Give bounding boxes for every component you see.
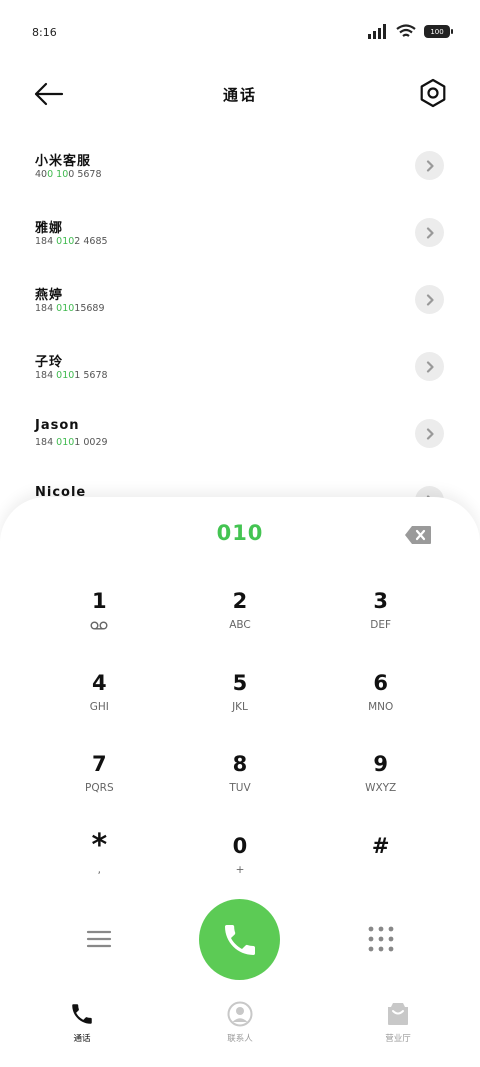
key-letters: DEF <box>370 619 392 631</box>
backspace-button[interactable] <box>404 525 432 545</box>
key-5[interactable]: 5 JKL <box>170 664 311 746</box>
key-digit: 4 <box>92 670 107 695</box>
key-letters: GHI <box>89 700 109 713</box>
key-digit: # <box>371 833 390 858</box>
contact-list: 小米客服 400 100 5678 雅娜 184 0102 4685 燕婷 18… <box>0 140 480 542</box>
key-letters: PQRS <box>85 782 114 794</box>
key-letters: WXYZ <box>365 782 397 794</box>
chevron-right-icon <box>426 360 434 373</box>
key-letters: + <box>235 863 245 876</box>
contact-detail-button[interactable] <box>415 285 444 314</box>
contact-person-icon <box>227 1001 253 1027</box>
voicemail-icon <box>90 621 108 630</box>
contact-number: 184 0101 0029 <box>35 437 108 448</box>
key-digit: * <box>91 827 108 863</box>
key-digit: 1 <box>92 589 107 613</box>
key-digit: 9 <box>373 752 388 776</box>
key-letters: JKL <box>232 700 248 713</box>
nav-label: 营业厅 <box>385 1034 411 1044</box>
key-digit: 8 <box>232 752 248 776</box>
key-letters <box>90 618 108 632</box>
chevron-right-icon <box>426 427 434 440</box>
contact-row[interactable]: 小米客服 400 100 5678 <box>0 140 480 207</box>
key-digit: 2 <box>232 589 248 613</box>
key-digit: 6 <box>373 670 388 695</box>
contact-number: 184 0101 5678 <box>35 370 108 381</box>
contact-name: 子玲 <box>35 355 64 370</box>
contact-row[interactable]: 子玲 184 0101 5678 <box>0 341 480 408</box>
page-title: 通话 <box>222 86 257 104</box>
nav-tab-store[interactable]: 营业厅 <box>348 1001 448 1044</box>
chevron-right-icon <box>426 293 434 306</box>
key-digit: 3 <box>373 589 388 613</box>
key-2[interactable]: 2 ABC <box>170 582 311 664</box>
status-bar: 8:16 100 <box>0 0 480 66</box>
key-3[interactable]: 3 DEF <box>310 582 451 664</box>
nav-label: 联系人 <box>227 1034 253 1044</box>
key-6[interactable]: 6 MNO <box>310 664 451 746</box>
signal-icon <box>368 24 386 39</box>
key-digit: 0 <box>232 833 248 858</box>
contact-name: 燕婷 <box>35 288 64 303</box>
key-hash[interactable]: # <box>310 827 451 909</box>
key-digit: 5 <box>232 670 248 695</box>
call-button[interactable] <box>199 899 280 980</box>
key-8[interactable]: 8 TUV <box>170 745 311 827</box>
status-time: 8:16 <box>32 26 57 39</box>
key-letters: ABC <box>229 619 251 631</box>
keypad: 1 2 ABC 3 DEF 4 GHI 5 JKL 6 MNO 7 PQRS 8… <box>29 582 451 908</box>
dialpad-panel: 010 1 2 ABC 3 DEF 4 GHI 5 JKL 6 MNO 7 PQ… <box>0 497 480 1067</box>
key-1[interactable]: 1 <box>29 582 170 664</box>
nav-tab-calls[interactable]: 通话 <box>32 1001 132 1044</box>
contact-detail-button[interactable] <box>415 419 444 448</box>
key-letters: TUV <box>229 782 251 794</box>
nav-label: 通话 <box>73 1034 91 1044</box>
contact-row[interactable]: Jason 184 0101 0029 <box>0 408 480 475</box>
key-letters: , <box>97 863 101 876</box>
contact-detail-button[interactable] <box>415 151 444 180</box>
contact-row[interactable]: 燕婷 184 01015689 <box>0 274 480 341</box>
key-9[interactable]: 9 WXYZ <box>310 745 451 827</box>
key-letters: MNO <box>368 700 394 713</box>
contact-number: 400 100 5678 <box>35 169 102 180</box>
contact-detail-button[interactable] <box>415 218 444 247</box>
contact-detail-button[interactable] <box>415 352 444 381</box>
contact-name: Jason <box>35 418 80 433</box>
phone-icon <box>224 924 255 955</box>
wifi-icon <box>396 24 416 37</box>
chevron-right-icon <box>426 159 434 172</box>
backspace-icon <box>405 526 431 544</box>
menu-icon <box>86 930 112 948</box>
keypad-toggle-button[interactable] <box>367 925 395 953</box>
contact-number: 184 01015689 <box>35 303 105 314</box>
key-4[interactable]: 4 GHI <box>29 664 170 746</box>
contact-name: 小米客服 <box>35 154 92 169</box>
contact-name: 雅娜 <box>35 221 64 236</box>
settings-button[interactable] <box>418 78 448 108</box>
bottom-nav: 通话 联系人 营业厅 <box>0 997 480 1067</box>
key-7[interactable]: 7 PQRS <box>29 745 170 827</box>
header: 通话 <box>0 66 480 122</box>
dialpad-grid-icon <box>368 926 394 952</box>
settings-hexagon-icon <box>420 78 446 108</box>
contact-number: 184 0102 4685 <box>35 236 108 247</box>
chevron-right-icon <box>426 226 434 239</box>
key-star[interactable]: * , <box>29 827 170 909</box>
nav-tab-contacts[interactable]: 联系人 <box>190 1001 290 1044</box>
menu-button[interactable] <box>86 927 112 951</box>
key-digit: 7 <box>92 752 107 776</box>
phone-icon <box>72 1004 92 1024</box>
key-0[interactable]: 0 + <box>170 827 311 909</box>
contact-row[interactable]: 雅娜 184 0102 4685 <box>0 207 480 274</box>
status-icons: 100 <box>368 24 453 39</box>
battery-icon: 100 <box>424 25 453 38</box>
shopping-bag-icon <box>388 1003 408 1025</box>
